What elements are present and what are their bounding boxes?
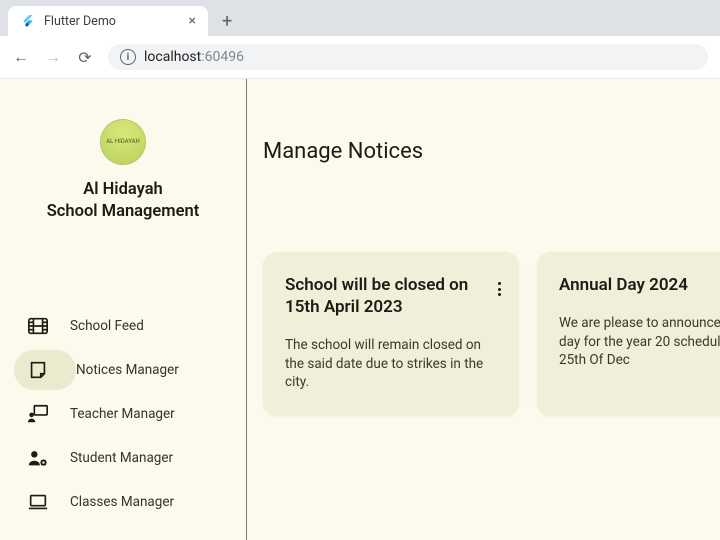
teacher-icon [24, 402, 52, 426]
film-icon [24, 314, 52, 338]
sidebar-item-label: School Feed [70, 318, 144, 334]
school-name: Al Hidayah School Management [47, 179, 200, 224]
site-info-icon[interactable]: i [120, 49, 136, 65]
note-icon [24, 358, 52, 382]
nav-toolbar: ← → ⟳ i localhost:60496 [0, 36, 720, 79]
url-port: :60496 [201, 49, 244, 65]
notice-title: Annual Day 2024 [559, 274, 720, 296]
close-tab-icon[interactable]: × [189, 13, 196, 29]
student-gear-icon [24, 446, 52, 470]
sidebar-item-school-feed[interactable]: School Feed [14, 306, 232, 346]
tab-bar: Flutter Demo × + [0, 0, 720, 36]
notice-card[interactable]: School will be closed on 15th April 2023… [263, 252, 519, 416]
sidebar-item-student-manager[interactable]: Student Manager [14, 438, 232, 478]
url-host: localhost [144, 49, 201, 65]
sidebar: AL HIDAYAH Al Hidayah School Management … [0, 79, 247, 540]
sidebar-item-label: Teacher Manager [70, 406, 175, 422]
new-tab-button[interactable]: + [214, 7, 240, 36]
sidebar-item-classes-manager[interactable]: Classes Manager [14, 482, 232, 522]
school-logo: AL HIDAYAH [100, 119, 146, 165]
browser-chrome: Flutter Demo × + ← → ⟳ i localhost:60496 [0, 0, 720, 79]
browser-tab[interactable]: Flutter Demo × [8, 6, 208, 36]
page-title: Manage Notices [263, 139, 720, 164]
notice-card-list: School will be closed on 15th April 2023… [263, 252, 720, 416]
tab-title: Flutter Demo [44, 14, 181, 29]
sidebar-item-label: Student Manager [70, 450, 173, 466]
main-content: Manage Notices School will be closed on … [247, 79, 720, 540]
sidebar-item-label: Notices Manager [76, 362, 179, 378]
flutter-favicon-icon [20, 13, 36, 29]
notice-title: School will be closed on 15th April 2023 [285, 274, 499, 318]
sidebar-nav: School Feed Notices Manager Teacher Mana… [0, 306, 246, 522]
notice-body: We are please to announce annual day for… [559, 314, 720, 370]
kebab-dot-icon [498, 282, 501, 285]
card-menu-button[interactable] [494, 278, 505, 300]
address-bar[interactable]: i localhost:60496 [108, 44, 708, 70]
forward-button[interactable]: → [44, 47, 62, 67]
laptop-icon [24, 490, 52, 514]
back-button[interactable]: ← [12, 47, 30, 67]
notice-card[interactable]: Annual Day 2024 We are please to announc… [537, 252, 720, 416]
app-root: AL HIDAYAH Al Hidayah School Management … [0, 79, 720, 540]
sidebar-item-notices-manager[interactable]: Notices Manager [14, 350, 76, 390]
reload-button[interactable]: ⟳ [76, 48, 94, 67]
notice-body: The school will remain closed on the sai… [285, 336, 499, 392]
sidebar-item-teacher-manager[interactable]: Teacher Manager [14, 394, 232, 434]
sidebar-item-label: Classes Manager [70, 494, 174, 510]
